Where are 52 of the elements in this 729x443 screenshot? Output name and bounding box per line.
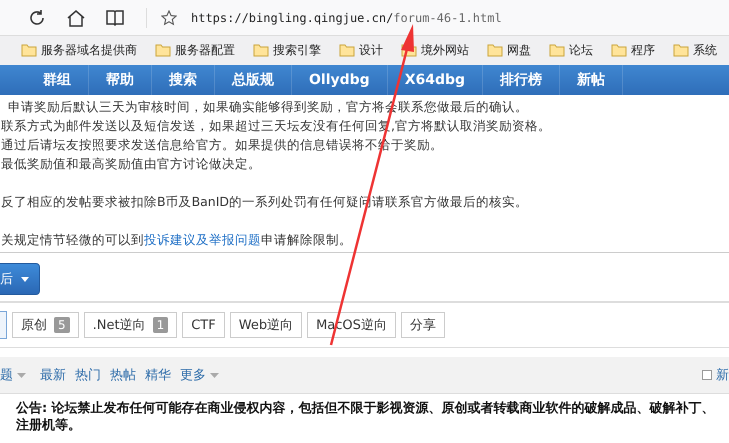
nav-link[interactable]: 帮助 xyxy=(89,65,152,95)
nav-link[interactable]: X64dbg xyxy=(388,65,484,95)
filter-link[interactable]: 热门 xyxy=(75,366,101,384)
address-bar[interactable]: https://bingling.qingjue.cn/forum-46-1.html xyxy=(191,10,502,24)
tag-button[interactable]: 原创 5 xyxy=(12,312,79,338)
home-icon[interactable] xyxy=(66,8,86,26)
caret-icon xyxy=(21,276,29,282)
notice-text: 最低奖励值和最高奖励值由官方讨论做决定。 xyxy=(1,155,262,173)
caret-icon xyxy=(17,372,26,378)
nav-link[interactable]: Ollydbg xyxy=(292,65,388,95)
refresh-icon[interactable] xyxy=(28,8,46,26)
caret-icon xyxy=(210,372,219,378)
count-badge: 5 xyxy=(54,317,70,333)
folder-icon xyxy=(253,44,269,57)
filter-link[interactable]: 最新 xyxy=(40,366,66,384)
filter-link[interactable]: 热帖 xyxy=(110,366,136,384)
bookmark-folder[interactable]: 系统 xyxy=(670,42,720,59)
tag-button[interactable]: 分享 xyxy=(400,312,445,338)
checkbox-label: 新 xyxy=(716,367,729,384)
folder-icon xyxy=(487,44,503,57)
nav-link[interactable]: 排行榜 xyxy=(483,65,560,95)
book-icon[interactable] xyxy=(106,10,124,26)
bookmark-folder[interactable]: 服务器配置 xyxy=(152,42,238,59)
announcement-text: 公告: 论坛禁止发布任何可能存在商业侵权内容，包括但不限于影视资源、原创或者转载商业软件的破解成品、破解补丁、注册机等。 xyxy=(16,400,716,434)
bookmark-folder[interactable]: 论坛 xyxy=(546,42,596,59)
tag-button[interactable]: Web逆向 xyxy=(230,312,302,338)
more-dropdown[interactable]: 更多 xyxy=(180,366,219,384)
post-button[interactable]: 后 xyxy=(0,263,40,295)
filter-link[interactable]: 精华 xyxy=(145,366,171,384)
folder-icon xyxy=(339,44,355,57)
star-icon[interactable] xyxy=(161,10,177,26)
bookmark-folder[interactable]: 网盘 xyxy=(484,42,534,59)
nav-link[interactable]: 搜索 xyxy=(152,65,215,95)
folder-icon xyxy=(155,44,171,57)
report-link[interactable]: 投诉建议及举报问题 xyxy=(144,232,261,247)
bookmark-folder[interactable]: 搜索引擎 xyxy=(250,42,324,59)
bookmark-folder[interactable]: 服务器域名提供商 xyxy=(18,42,140,59)
nav-link[interactable]: 总版规 xyxy=(215,65,292,95)
folder-icon xyxy=(21,44,37,57)
folder-icon xyxy=(549,44,565,57)
bookmark-folder[interactable]: 程序 xyxy=(608,42,658,59)
bookmark-folder[interactable]: 设计 xyxy=(336,42,386,59)
new-window-checkbox[interactable] xyxy=(702,370,712,380)
sort-dropdown[interactable]: 题 xyxy=(0,366,26,384)
tag-button[interactable]: CTF xyxy=(182,312,225,338)
tag-button[interactable]: .Net逆向 1 xyxy=(84,312,178,338)
nav-link[interactable]: 新帖 xyxy=(560,65,624,95)
folder-icon xyxy=(673,44,689,57)
nav-link[interactable]: 群组 xyxy=(26,65,89,95)
folder-icon xyxy=(611,44,627,57)
notice-text: 关规定情节轻微的可以到投诉建议及举报问题申请解除限制。 xyxy=(1,231,353,249)
count-badge: 1 xyxy=(152,317,168,333)
